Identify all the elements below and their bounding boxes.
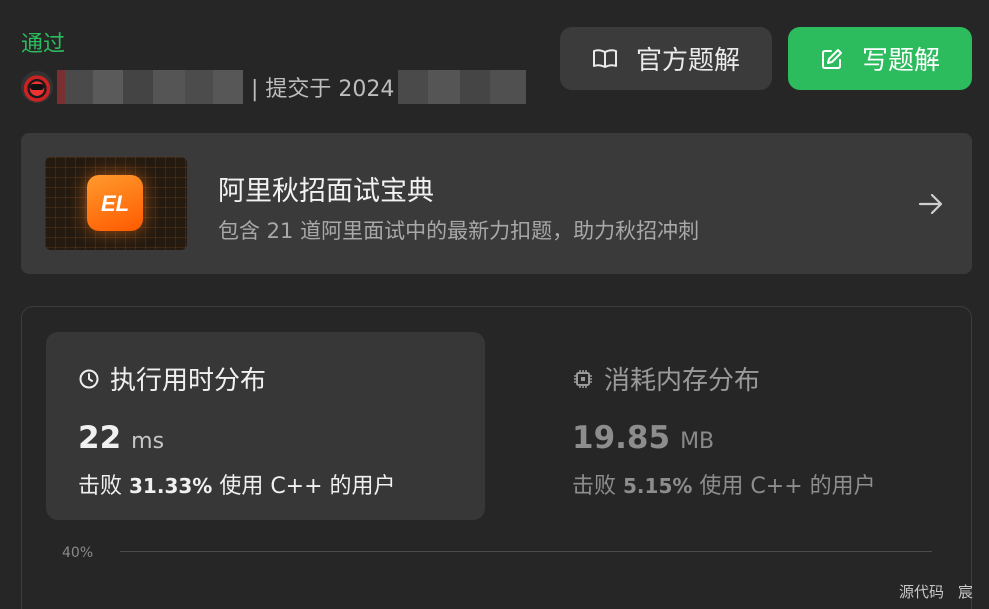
chip-icon — [574, 369, 592, 388]
promo-thumbnail: EL — [45, 157, 187, 250]
memory-value: 19.85 MB — [572, 420, 714, 456]
write-solution-label: 写题解 — [861, 46, 940, 76]
promo-banner[interactable]: EL 阿里秋招面试宝典 包含 21 道阿里面试中的最新力扣题，助力秋招冲刺 — [21, 133, 972, 274]
runtime-title: 执行用时分布 — [110, 366, 267, 396]
runtime-value: 22 ms — [78, 420, 164, 456]
alibaba-logo: EL — [87, 175, 143, 231]
runtime-card[interactable]: 执行用时分布 22 ms 击败 31.33% 使用 C++ 的用户 — [46, 332, 485, 520]
avatar[interactable] — [21, 71, 53, 103]
runtime-header: 执行用时分布 — [78, 360, 266, 397]
runtime-beat-pct: 31.33% — [129, 474, 213, 498]
runtime-unit: ms — [131, 429, 165, 454]
redacted-timestamp — [398, 70, 527, 104]
memory-beat-suffix: 使用 C++ 的用户 — [699, 474, 876, 499]
clock-icon — [79, 369, 99, 388]
memory-card[interactable]: 消耗内存分布 19.85 MB 击败 5.15% 使用 C++ 的用户 — [540, 332, 979, 520]
write-solution-button[interactable]: 写题解 — [788, 27, 972, 90]
submission-info: | 提交于 2024 — [21, 70, 527, 104]
edit-icon — [821, 48, 842, 69]
promo-subtitle: 包含 21 道阿里面试中的最新力扣题，助力秋招冲刺 — [218, 219, 700, 243]
promo-title: 阿里秋招面试宝典 — [218, 176, 434, 207]
memory-unit: MB — [680, 429, 715, 454]
runtime-number: 22 — [78, 420, 122, 456]
runtime-beat: 击败 31.33% 使用 C++ 的用户 — [78, 468, 396, 500]
official-solution-button[interactable]: 官方题解 — [560, 27, 772, 90]
runtime-beat-prefix: 击败 — [78, 474, 123, 499]
performance-panel: 执行用时分布 22 ms 击败 31.33% 使用 C++ 的用户 消耗内存分布… — [21, 306, 972, 609]
memory-header: 消耗内存分布 — [572, 360, 760, 397]
book-open-icon — [592, 48, 617, 68]
partial-link[interactable]: 宸 — [958, 583, 973, 601]
status-label: 通过 — [21, 32, 66, 57]
redacted-username — [57, 70, 243, 104]
svg-text:EL: EL — [101, 191, 129, 216]
memory-beat-pct: 5.15% — [623, 474, 693, 498]
runtime-beat-suffix: 使用 C++ 的用户 — [219, 474, 396, 499]
official-solution-label: 官方题解 — [635, 46, 740, 76]
arrow-right-icon — [918, 193, 943, 215]
bottom-links: 源代码宸 — [899, 581, 973, 602]
memory-number: 19.85 — [572, 420, 671, 456]
memory-beat-prefix: 击败 — [572, 474, 617, 499]
memory-title: 消耗内存分布 — [604, 366, 761, 396]
source-code-link[interactable]: 源代码 — [899, 583, 944, 601]
submitted-at-text: | 提交于 2024 — [251, 77, 395, 102]
chart-gridline — [120, 551, 932, 552]
memory-beat: 击败 5.15% 使用 C++ 的用户 — [572, 468, 876, 500]
chart-axis-label: 40% — [62, 545, 94, 561]
